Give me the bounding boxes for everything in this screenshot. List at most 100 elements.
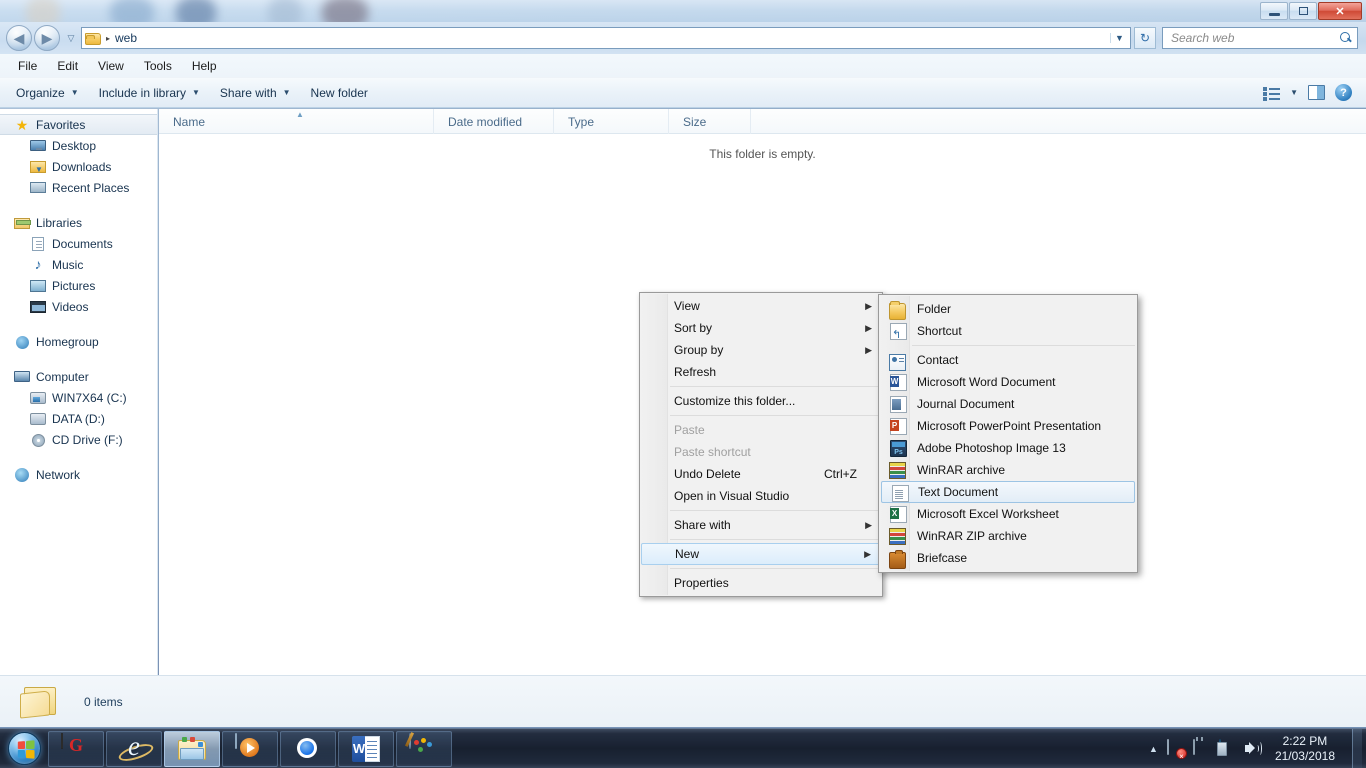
action-center-icon[interactable] [1166, 739, 1184, 757]
submenu-item-adobe-photoshop-image[interactable]: Adobe Photoshop Image 13 [881, 437, 1135, 459]
submenu-arrow-icon: ▶ [864, 548, 871, 559]
context-menu-item-group-by[interactable]: Group by ▶ [641, 339, 881, 361]
column-header-size[interactable]: Size [669, 109, 751, 134]
sidebar-item-pictures[interactable]: Pictures [0, 275, 157, 296]
column-header-name[interactable]: ▲ Name [159, 109, 434, 134]
view-dropdown-icon[interactable]: ▼ [1290, 88, 1298, 97]
sidebar-item-downloads[interactable]: Downloads [0, 156, 157, 177]
submenu-item-text-document[interactable]: Text Document [881, 481, 1135, 503]
menu-label: Paste [674, 423, 705, 437]
sidebar-item-network[interactable]: Network [0, 464, 157, 485]
context-menu-item-view[interactable]: View ▶ [641, 295, 881, 317]
submenu-item-microsoft-word-document[interactable]: Microsoft Word Document [881, 371, 1135, 393]
submenu-item-briefcase[interactable]: Briefcase [881, 547, 1135, 569]
context-menu-item-undo-delete[interactable]: Undo Delete Ctrl+Z [641, 463, 881, 485]
context-menu-item-properties[interactable]: Properties [641, 572, 881, 594]
refresh-button[interactable]: ↻ [1134, 27, 1156, 49]
sidebar-item-drive-c[interactable]: WIN7X64 (C:) [0, 387, 157, 408]
submenu-label: Microsoft Excel Worksheet [917, 507, 1059, 521]
context-menu-item-share-with[interactable]: Share with ▶ [641, 514, 881, 536]
navigation-pane[interactable]: ★ Favorites Desktop Downloads Recent Pla… [0, 109, 158, 675]
submenu-item-winrar-zip-archive[interactable]: WinRAR ZIP archive [881, 525, 1135, 547]
sidebar-item-desktop[interactable]: Desktop [0, 135, 157, 156]
context-menu[interactable]: View ▶ Sort by ▶ Group by ▶ Refresh Cust… [639, 292, 883, 597]
taskbar-button-microsoft-word[interactable] [338, 730, 394, 767]
menu-view[interactable]: View [88, 57, 134, 75]
organize-button[interactable]: Organize ▼ [6, 82, 89, 104]
taskbar-button-paint[interactable] [396, 730, 452, 767]
menu-help[interactable]: Help [182, 57, 227, 75]
sidebar-item-libraries[interactable]: Libraries [0, 212, 157, 233]
sidebar-item-drive-d[interactable]: DATA (D:) [0, 408, 157, 429]
sidebar-item-cd-drive-f[interactable]: CD Drive (F:) [0, 429, 157, 450]
menu-label: View [674, 299, 700, 313]
address-bar[interactable]: ▸ web ▼ [81, 27, 1131, 49]
address-dropdown-icon[interactable]: ▼ [1110, 33, 1128, 43]
submenu-item-journal-document[interactable]: Journal Document [881, 393, 1135, 415]
preview-pane-icon[interactable] [1308, 85, 1325, 100]
menu-label: Share with [674, 518, 731, 532]
submenu-item-shortcut[interactable]: Shortcut [881, 320, 1135, 342]
sidebar-label: DATA (D:) [52, 411, 105, 426]
menu-separator [670, 386, 880, 387]
submenu-item-microsoft-excel-worksheet[interactable]: Microsoft Excel Worksheet [881, 503, 1135, 525]
context-menu-item-sort-by[interactable]: Sort by ▶ [641, 317, 881, 339]
minimize-button[interactable] [1260, 2, 1288, 20]
search-box[interactable] [1162, 27, 1358, 49]
view-layout-icon[interactable] [1263, 86, 1281, 101]
back-button[interactable]: ◀ [6, 25, 32, 51]
help-icon[interactable]: ? [1335, 84, 1352, 101]
taskbar-button-windows-explorer[interactable] [164, 730, 220, 767]
forward-button[interactable]: ▶ [34, 25, 60, 51]
recent-pages-dropdown[interactable]: ▽ [64, 33, 78, 44]
show-desktop-button[interactable] [1352, 729, 1362, 768]
taskbar-button-garena[interactable] [48, 730, 104, 767]
clock[interactable]: 2:22 PM 21/03/2018 [1271, 734, 1343, 764]
sidebar-label: Recent Places [52, 180, 130, 195]
context-menu-item-customize-this-folder[interactable]: Customize this folder... [641, 390, 881, 412]
breadcrumb-web[interactable]: web [115, 31, 137, 45]
sidebar-item-computer[interactable]: Computer [0, 366, 157, 387]
folder-icon [18, 683, 62, 721]
context-menu-item-open-in-visual-studio[interactable]: Open in Visual Studio [641, 485, 881, 507]
maximize-button[interactable] [1289, 2, 1317, 20]
submenu-item-winrar-archive[interactable]: WinRAR archive [881, 459, 1135, 481]
sidebar-item-documents[interactable]: Documents [0, 233, 157, 254]
sidebar-label: Downloads [52, 159, 112, 174]
submenu-arrow-icon: ▶ [865, 344, 872, 355]
menu-tools[interactable]: Tools [134, 57, 182, 75]
context-menu-item-refresh[interactable]: Refresh [641, 361, 881, 383]
start-button[interactable] [2, 730, 46, 768]
column-header-date-modified[interactable]: Date modified [434, 109, 554, 134]
new-submenu[interactable]: Folder Shortcut Contact Microsoft Word D… [878, 294, 1138, 573]
nav-group-homegroup: Homegroup [0, 331, 157, 352]
new-folder-button[interactable]: New folder [301, 82, 378, 104]
sidebar-item-favorites[interactable]: ★ Favorites [0, 114, 157, 135]
volume-icon[interactable] [1244, 741, 1262, 756]
taskbar-button-internet-explorer[interactable] [106, 730, 162, 767]
menu-edit[interactable]: Edit [47, 57, 88, 75]
column-header-type[interactable]: Type [554, 109, 669, 134]
submenu-label: Microsoft PowerPoint Presentation [917, 419, 1102, 433]
sidebar-item-music[interactable]: ♪ Music [0, 254, 157, 275]
cd-drive-icon [30, 432, 46, 448]
context-menu-item-new[interactable]: New ▶ [641, 543, 881, 565]
show-hidden-icons-button[interactable]: ▲ [1149, 744, 1158, 754]
sidebar-item-homegroup[interactable]: Homegroup [0, 331, 157, 352]
safely-remove-hardware-icon[interactable] [1192, 739, 1210, 757]
sidebar-item-videos[interactable]: Videos [0, 296, 157, 317]
close-button[interactable]: ✕ [1318, 2, 1362, 20]
menu-file[interactable]: File [8, 57, 47, 75]
nav-group-libraries: Libraries Documents ♪ Music Pictures Vid… [0, 212, 157, 317]
taskbar-button-google-chrome[interactable] [280, 730, 336, 767]
include-in-library-button[interactable]: Include in library ▼ [89, 82, 210, 104]
sort-ascending-icon: ▲ [296, 110, 304, 119]
submenu-item-microsoft-powerpoint-presentation[interactable]: Microsoft PowerPoint Presentation [881, 415, 1135, 437]
sidebar-item-recent-places[interactable]: Recent Places [0, 177, 157, 198]
submenu-item-folder[interactable]: Folder [881, 298, 1135, 320]
share-with-button[interactable]: Share with ▼ [210, 82, 301, 104]
submenu-item-contact[interactable]: Contact [881, 349, 1135, 371]
search-input[interactable] [1171, 31, 1340, 45]
taskbar-button-windows-media-player[interactable] [222, 730, 278, 767]
network-icon[interactable] [1218, 739, 1236, 757]
